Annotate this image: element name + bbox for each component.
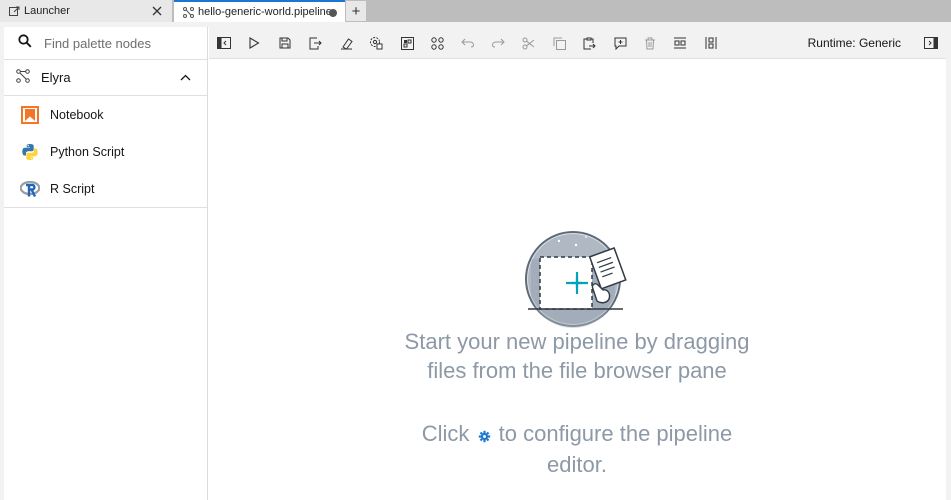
copy-icon[interactable] bbox=[549, 33, 569, 53]
palette-node-notebook[interactable]: Notebook bbox=[4, 96, 207, 133]
r-icon bbox=[20, 179, 40, 199]
palette-node-python-script[interactable]: Python Script bbox=[4, 133, 207, 170]
tab-launcher[interactable]: Launcher bbox=[0, 0, 173, 22]
arrange-horizontal-icon[interactable] bbox=[670, 33, 690, 53]
runtimes-icon[interactable] bbox=[366, 33, 386, 53]
runtime-label: Runtime: Generic bbox=[807, 36, 901, 50]
empty-canvas-message: Start your new pipeline by dragging file… bbox=[404, 329, 750, 383]
pipeline-toolbar: Runtime: Generic bbox=[209, 27, 946, 59]
configure-hint: Click to configure the pipeline editor. bbox=[412, 419, 742, 479]
unsaved-indicator-icon[interactable] bbox=[329, 9, 337, 17]
save-icon[interactable] bbox=[275, 33, 295, 53]
configure-prefix: Click bbox=[421, 421, 470, 446]
gear-icon[interactable] bbox=[478, 421, 491, 450]
node-label: R Script bbox=[50, 181, 95, 196]
empty-pipeline-illustration bbox=[523, 229, 633, 329]
search-icon bbox=[18, 33, 32, 53]
close-icon[interactable] bbox=[150, 4, 164, 18]
paste-icon[interactable] bbox=[579, 33, 599, 53]
new-tab-button[interactable]: + bbox=[346, 1, 366, 21]
pipeline-icon bbox=[182, 6, 194, 18]
palette-search-input[interactable] bbox=[44, 35, 194, 51]
arrange-vertical-icon[interactable] bbox=[701, 33, 721, 53]
right-strip bbox=[946, 22, 951, 500]
tab-label: hello-generic-world.pipeline bbox=[198, 6, 332, 18]
palette-node-r-script[interactable]: R Script bbox=[4, 170, 207, 207]
chevron-up-icon[interactable] bbox=[180, 74, 191, 81]
tab-bar: Launcher hello-generic-world.pipeline + bbox=[0, 0, 951, 22]
panel-toggle-icon[interactable] bbox=[921, 33, 941, 53]
tab-pipeline[interactable]: hello-generic-world.pipeline bbox=[174, 0, 345, 22]
pipeline-icon bbox=[16, 69, 30, 86]
palette-node-list: Notebook Python Script R Script bbox=[4, 96, 207, 208]
cut-icon[interactable] bbox=[518, 33, 538, 53]
runtime-images-icon[interactable] bbox=[397, 33, 417, 53]
node-palette: Elyra Notebook Python Script bbox=[4, 27, 208, 500]
notebook-icon bbox=[20, 105, 40, 125]
run-icon[interactable] bbox=[244, 33, 264, 53]
redo-icon[interactable] bbox=[488, 33, 508, 53]
launcher-icon bbox=[8, 5, 20, 17]
tab-label: Launcher bbox=[24, 5, 70, 17]
node-label: Python Script bbox=[50, 144, 125, 159]
python-icon bbox=[20, 142, 40, 162]
toggle-palette-icon[interactable] bbox=[214, 33, 234, 53]
configure-suffix: to configure the pipeline editor. bbox=[498, 421, 733, 477]
add-comment-icon[interactable] bbox=[610, 33, 630, 53]
clear-icon[interactable] bbox=[336, 33, 356, 53]
category-elyra[interactable]: Elyra bbox=[4, 60, 207, 96]
undo-icon[interactable] bbox=[458, 33, 478, 53]
node-label: Notebook bbox=[50, 107, 104, 122]
pipeline-canvas[interactable]: Start your new pipeline by dragging file… bbox=[209, 59, 946, 500]
category-label: Elyra bbox=[41, 70, 71, 85]
component-catalogs-icon[interactable] bbox=[427, 33, 447, 53]
delete-icon[interactable] bbox=[640, 33, 660, 53]
export-icon[interactable] bbox=[305, 33, 325, 53]
palette-search bbox=[4, 27, 207, 60]
